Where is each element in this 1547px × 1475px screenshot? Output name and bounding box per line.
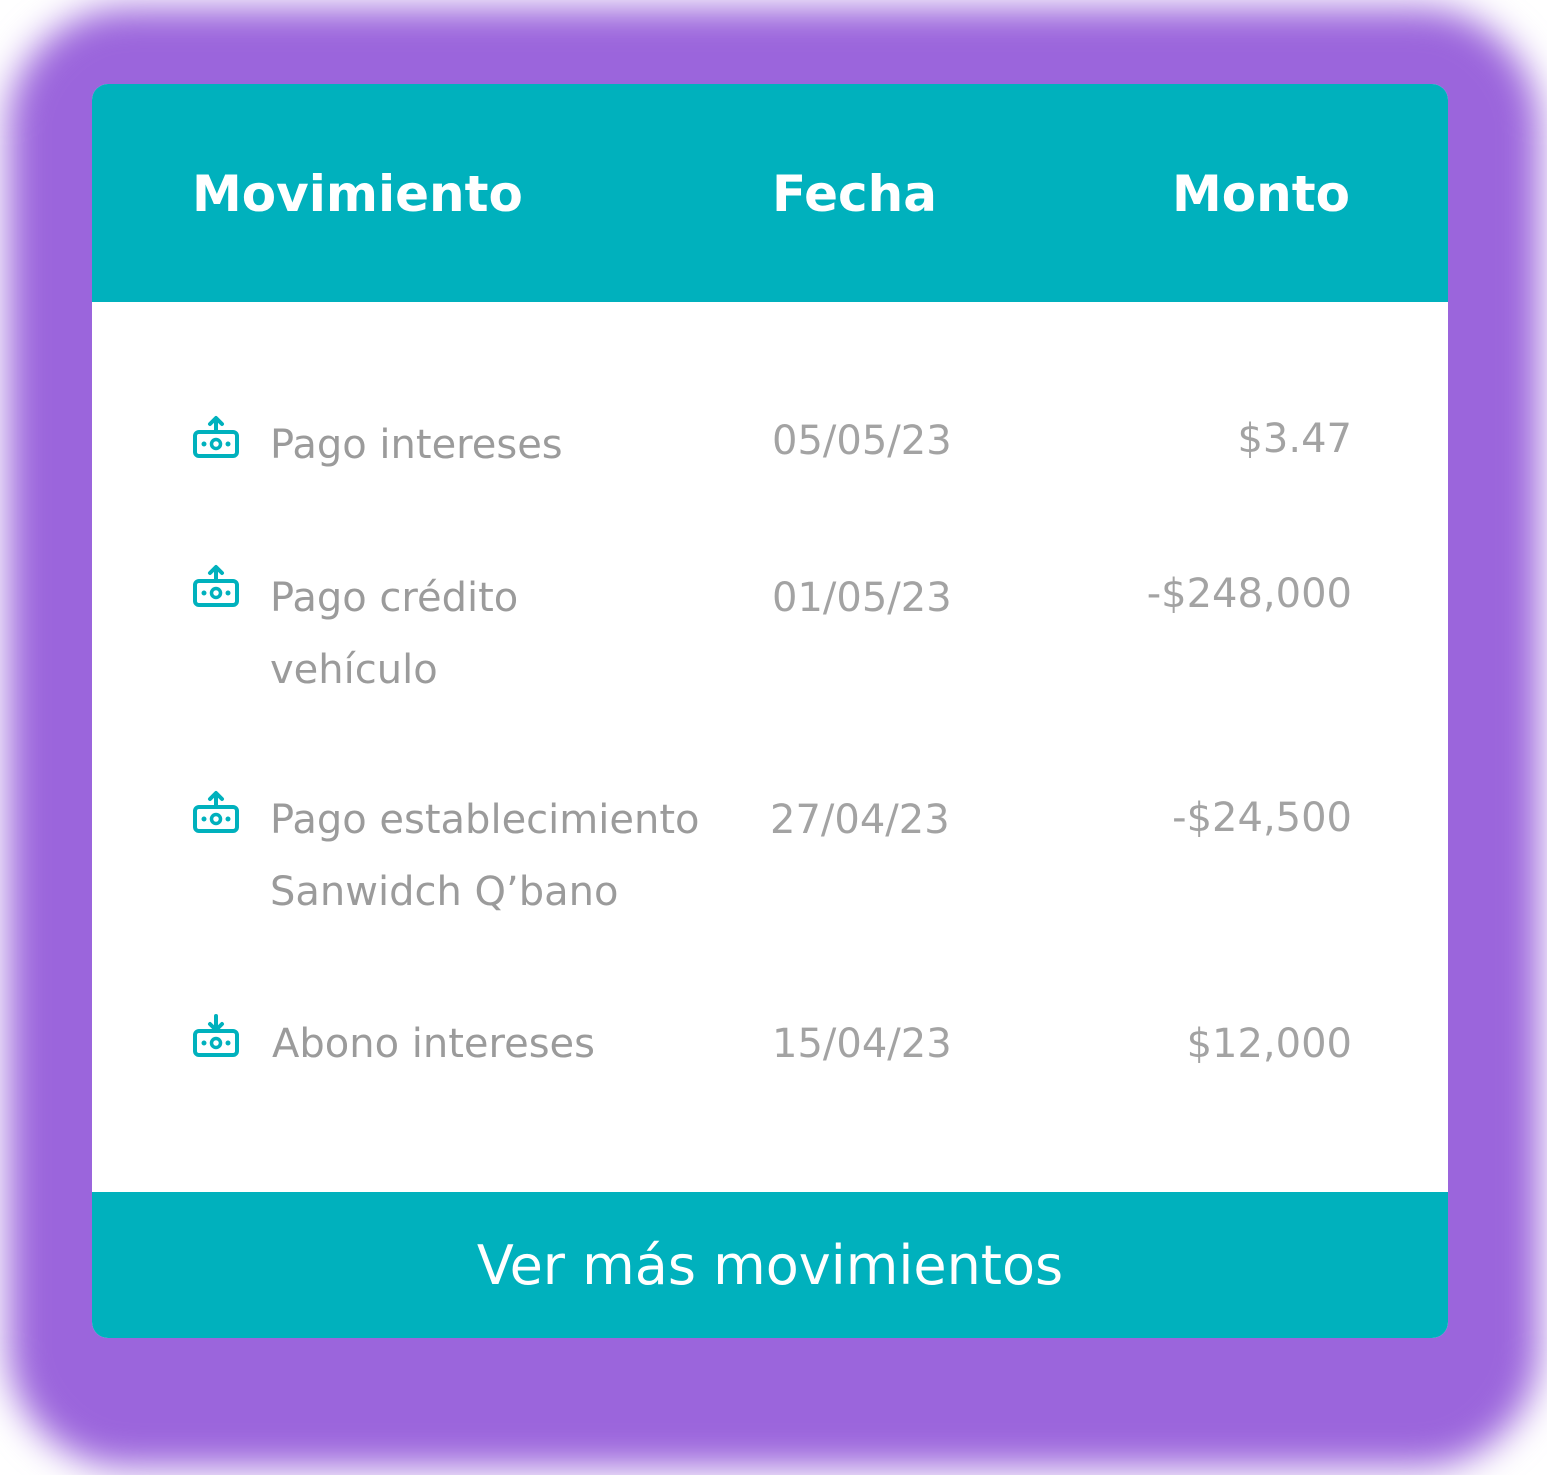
movements-card: Movimiento Fecha Monto Pago intereses 05… [92, 84, 1448, 1338]
table-header: Movimiento Fecha Monto [92, 84, 1448, 302]
row-description: Pago establecimiento Sanwidch Q’bano [270, 797, 700, 915]
row-description: Pago intereses [270, 422, 563, 468]
see-more-movements-button[interactable]: Ver más movimientos [92, 1192, 1448, 1338]
row-amount: $3.47 [1237, 416, 1352, 462]
row-description: Pago crédito vehículo [270, 575, 519, 693]
row-description: Abono intereses [272, 1021, 595, 1067]
money-out-icon [193, 565, 239, 607]
money-out-icon [193, 791, 239, 833]
header-amount: Monto [1172, 165, 1350, 223]
row-date: 05/05/23 [772, 418, 952, 464]
row-amount: $12,000 [1186, 1021, 1352, 1067]
money-out-icon [193, 416, 239, 458]
row-amount: -$24,500 [1172, 795, 1352, 841]
money-in-icon [193, 1014, 239, 1057]
row-amount: -$248,000 [1146, 571, 1352, 617]
header-date: Fecha [772, 165, 938, 223]
see-more-movements-label: Ver más movimientos [476, 1233, 1064, 1297]
row-date: 15/04/23 [772, 1021, 952, 1067]
row-date: 27/04/23 [770, 797, 950, 843]
header-movement: Movimiento [192, 165, 523, 223]
row-date: 01/05/23 [772, 575, 952, 621]
